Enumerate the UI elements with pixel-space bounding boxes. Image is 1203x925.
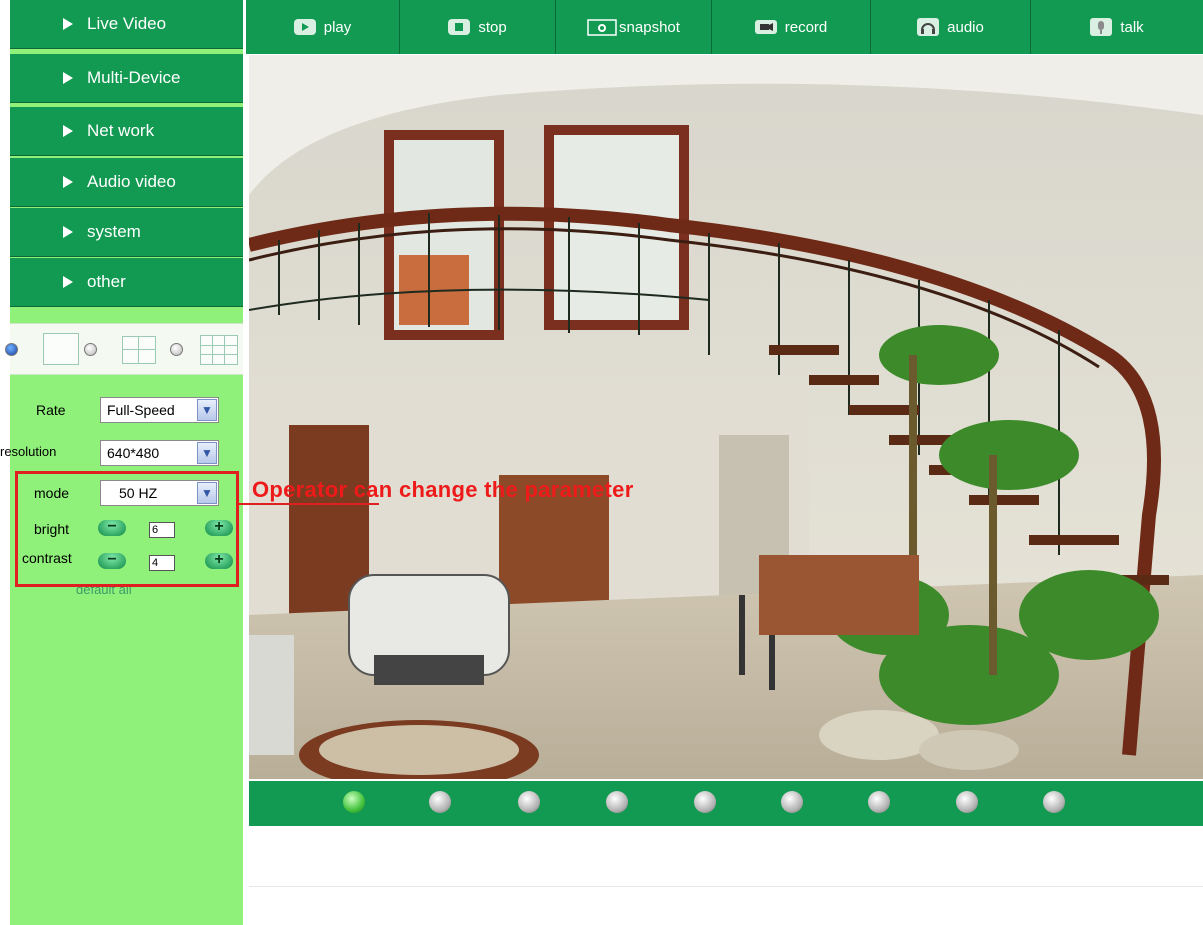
quad-view-icon[interactable] bbox=[122, 336, 156, 364]
headphones-icon bbox=[917, 18, 940, 36]
resolution-select[interactable]: 640*480 ▼ bbox=[100, 440, 219, 466]
annotation-highlight-box bbox=[15, 471, 239, 587]
channel-8-indicator[interactable] bbox=[956, 791, 978, 813]
resolution-label: resolution bbox=[0, 444, 57, 459]
arrow-right-icon bbox=[63, 72, 73, 84]
nine-view-icon[interactable] bbox=[200, 335, 238, 365]
arrow-right-icon bbox=[63, 226, 73, 238]
stop-icon bbox=[448, 18, 471, 36]
talk-button[interactable]: talk bbox=[1030, 0, 1203, 54]
chevron-down-icon[interactable]: ▼ bbox=[197, 399, 217, 421]
live-video-view[interactable] bbox=[249, 55, 1203, 779]
snapshot-button[interactable]: snapshot bbox=[555, 0, 711, 54]
arrow-right-icon bbox=[63, 176, 73, 188]
record-button[interactable]: record bbox=[711, 0, 870, 54]
sidebar: Live Video Multi-Device Net work Audio v… bbox=[0, 0, 243, 925]
resolution-value: 640*480 bbox=[107, 445, 160, 461]
record-label: record bbox=[784, 18, 828, 36]
menu-item-system[interactable]: system bbox=[10, 208, 243, 257]
menu-label: other bbox=[87, 272, 126, 291]
layout-9-radio[interactable] bbox=[170, 343, 183, 356]
chevron-down-icon[interactable]: ▼ bbox=[197, 442, 217, 464]
annotation-connector-line bbox=[239, 503, 379, 505]
play-label: play bbox=[323, 18, 352, 36]
menu-label: Audio video bbox=[87, 172, 176, 191]
channel-5-indicator[interactable] bbox=[694, 791, 716, 813]
channel-6-indicator[interactable] bbox=[781, 791, 803, 813]
arrow-right-icon bbox=[63, 18, 73, 30]
channel-2-indicator[interactable] bbox=[429, 791, 451, 813]
menu-item-multi-device[interactable]: Multi-Device bbox=[10, 54, 243, 103]
audio-label: audio bbox=[947, 18, 984, 36]
rate-value: Full-Speed bbox=[107, 402, 175, 418]
microphone-icon bbox=[1090, 18, 1113, 36]
channel-1-indicator[interactable] bbox=[343, 791, 365, 813]
talk-label: talk bbox=[1120, 18, 1144, 36]
arrow-right-icon bbox=[63, 125, 73, 137]
annotation-text: Operator can change the parameter bbox=[252, 477, 634, 502]
camera-icon bbox=[587, 18, 617, 36]
menu-item-network[interactable]: Net work bbox=[10, 107, 243, 156]
menu-item-live-video[interactable]: Live Video bbox=[10, 0, 243, 49]
menu-item-other[interactable]: other bbox=[10, 258, 243, 307]
audio-button[interactable]: audio bbox=[870, 0, 1030, 54]
menu-label: Live Video bbox=[87, 14, 167, 33]
video-camera-icon bbox=[754, 18, 777, 36]
menu-label: Multi-Device bbox=[87, 68, 181, 87]
channel-4-indicator[interactable] bbox=[606, 791, 628, 813]
single-view-icon[interactable] bbox=[43, 333, 79, 365]
channel-3-indicator[interactable] bbox=[518, 791, 540, 813]
layout-4-radio[interactable] bbox=[84, 343, 97, 356]
snapshot-label: snapshot bbox=[619, 18, 680, 36]
arrow-right-icon bbox=[63, 276, 73, 288]
camera-frame-image bbox=[249, 55, 1203, 779]
rate-label: Rate bbox=[36, 402, 66, 418]
menu-label: Net work bbox=[87, 121, 155, 140]
info-area bbox=[249, 826, 1203, 887]
toolbar: play stop snapshot record audio talk bbox=[246, 0, 1203, 54]
play-icon bbox=[293, 18, 316, 36]
play-button[interactable]: play bbox=[246, 0, 399, 54]
menu-label: system bbox=[87, 222, 141, 241]
channel-7-indicator[interactable] bbox=[868, 791, 890, 813]
stop-button[interactable]: stop bbox=[399, 0, 555, 54]
layout-1-radio[interactable] bbox=[5, 343, 18, 356]
stop-label: stop bbox=[478, 18, 507, 36]
channel-selector-bar bbox=[249, 781, 1203, 826]
menu-item-audio-video[interactable]: Audio video bbox=[10, 158, 243, 207]
rate-select[interactable]: Full-Speed ▼ bbox=[100, 397, 219, 423]
layout-selector bbox=[5, 323, 243, 375]
channel-9-indicator[interactable] bbox=[1043, 791, 1065, 813]
